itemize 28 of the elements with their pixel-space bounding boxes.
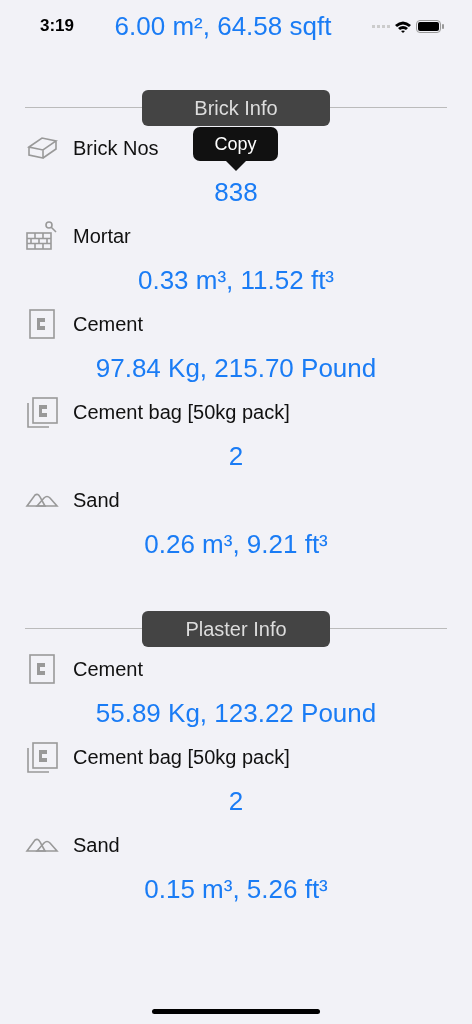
item-label: Mortar [73,224,131,249]
item-value[interactable]: 97.84 Kg, 215.70 Pound [95,348,377,388]
item-value[interactable]: 55.89 Kg, 123.22 Pound [95,693,377,733]
section-header: Brick Info [142,90,330,126]
section-header: Plaster Info [142,611,330,647]
sand-pile-icon [25,492,59,508]
trowel-wall-icon [25,219,59,253]
stacked-sacks-icon [25,740,59,774]
item-label: Cement bag [50kg pack] [73,745,290,770]
home-indicator[interactable] [152,1009,320,1014]
stacked-sacks-icon [25,395,59,429]
item-label: Sand [73,833,120,858]
signal-icon [372,24,390,28]
item-value[interactable]: 0.33 m³, 11.52 ft³ [137,260,335,300]
status-time: 3:19 [40,15,75,38]
item-value[interactable]: 2 [228,436,244,476]
item-value[interactable]: 838 [214,172,258,212]
sand-pile-icon [25,837,59,853]
item-label: Brick Nos [73,136,159,161]
item-value[interactable]: 2 [228,781,244,821]
item-label: Cement [73,312,144,337]
tooltip-pointer [226,161,246,171]
item-value[interactable]: 0.26 m³, 9.21 ft³ [144,524,328,564]
item-value[interactable]: 0.15 m³, 5.26 ft³ [144,869,328,909]
item-label: Cement [73,657,144,682]
item-label: Sand [73,488,120,513]
area-reading: 6.00 m², 64.58 sqft [114,9,332,43]
item-label: Cement bag [50kg pack] [73,400,290,425]
